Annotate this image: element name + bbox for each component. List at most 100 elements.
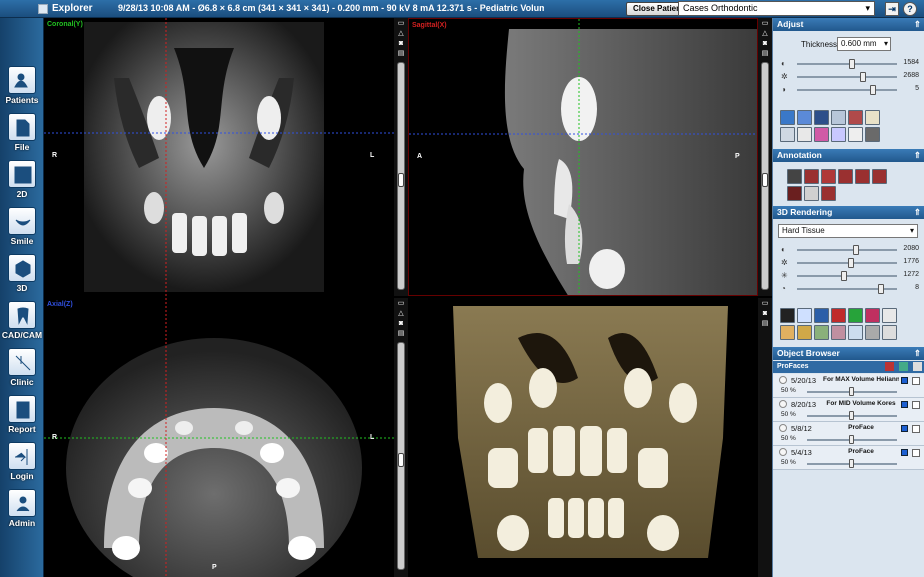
sidebar-item-login[interactable]: Login: [0, 442, 44, 488]
warning-icon[interactable]: △: [396, 310, 406, 318]
face-icon[interactable]: [797, 325, 812, 340]
camera-icon[interactable]: [797, 127, 812, 142]
scroll-thumb[interactable]: [398, 173, 404, 187]
help-icon[interactable]: ?: [903, 2, 917, 16]
reset-icon[interactable]: [882, 325, 897, 340]
thickness-select[interactable]: 0.600 mm ▾: [837, 37, 891, 51]
print-icon[interactable]: ▤: [396, 330, 406, 338]
object-row[interactable]: 5/20/13 For MAX Volume Helianna 50 %: [773, 374, 924, 398]
delete-icon[interactable]: [885, 362, 894, 371]
object-checkbox[interactable]: [912, 449, 920, 457]
annotation-header[interactable]: Annotation ⇑: [773, 149, 924, 162]
slider-knob[interactable]: [870, 85, 877, 95]
adjust-slider[interactable]: [797, 59, 897, 69]
sidebar-item-2d[interactable]: 2D: [0, 160, 44, 206]
palette-icon[interactable]: [831, 325, 846, 340]
3d-render-view[interactable]: [408, 298, 758, 577]
cut-icon[interactable]: [865, 308, 880, 323]
adjust-slider[interactable]: [797, 85, 897, 95]
print-icon[interactable]: ▤: [760, 320, 770, 328]
slider-knob[interactable]: [848, 59, 855, 69]
slider-knob[interactable]: [877, 284, 884, 294]
airway-icon[interactable]: [814, 308, 829, 323]
rendering-header[interactable]: 3D Rendering ⇑: [773, 206, 924, 219]
object-color-swatch[interactable]: [901, 449, 908, 456]
rendering-preset-select[interactable]: Hard Tissue ▾: [778, 224, 918, 238]
collapse-icon[interactable]: ⇑: [914, 347, 921, 360]
sidebar-item-smile[interactable]: Smile: [0, 207, 44, 253]
tooth-icon[interactable]: [814, 325, 829, 340]
slider-knob[interactable]: [841, 271, 848, 281]
slider-knob[interactable]: [849, 387, 854, 396]
camera-icon[interactable]: ◙: [760, 40, 770, 48]
ellipse-tool-icon[interactable]: [838, 169, 853, 184]
object-checkbox[interactable]: [912, 401, 920, 409]
ruler-icon[interactable]: [831, 110, 846, 125]
object-checkbox[interactable]: [912, 377, 920, 385]
rendering-slider[interactable]: [797, 271, 897, 281]
coronal-scrollbar[interactable]: [397, 62, 405, 290]
visibility-icon[interactable]: [779, 376, 787, 384]
nerve-icon[interactable]: [797, 308, 812, 323]
brush-icon[interactable]: [814, 127, 829, 142]
maximize-icon[interactable]: ▭: [396, 300, 406, 308]
arrow-tool-icon[interactable]: [804, 169, 819, 184]
rendering-slider[interactable]: [797, 245, 897, 255]
rendering-slider[interactable]: [797, 258, 897, 268]
scroll-thumb[interactable]: [762, 173, 768, 187]
object-group-row[interactable]: ProFaces: [773, 361, 924, 373]
collapse-icon[interactable]: ⇑: [914, 18, 921, 31]
collapse-icon[interactable]: ⇑: [914, 206, 921, 219]
slider-knob[interactable]: [847, 258, 854, 268]
sidebar-item-patients[interactable]: Patients: [0, 66, 44, 112]
sidebar-item-report[interactable]: Report: [0, 395, 44, 441]
slider-knob[interactable]: [849, 459, 854, 468]
object-row[interactable]: 8/20/13 For MID Volume Kores 50 %: [773, 398, 924, 422]
visibility-icon[interactable]: [779, 400, 787, 408]
line-tool-icon[interactable]: [787, 169, 802, 184]
object-row[interactable]: 5/4/13 ProFace 50 %: [773, 446, 924, 470]
camera-icon[interactable]: ◙: [396, 40, 406, 48]
zoom-icon[interactable]: [780, 110, 795, 125]
object-row[interactable]: 5/8/12 ProFace 50 %: [773, 422, 924, 446]
maximize-icon[interactable]: ▭: [760, 300, 770, 308]
object-opacity-slider[interactable]: [807, 459, 897, 468]
object-color-swatch[interactable]: [901, 425, 908, 432]
print-icon[interactable]: ▤: [760, 50, 770, 58]
object-opacity-slider[interactable]: [807, 435, 897, 444]
sidebar-item-file[interactable]: File: [0, 113, 44, 159]
slider-knob[interactable]: [859, 72, 866, 82]
warning-icon[interactable]: △: [396, 30, 406, 38]
collapse-icon[interactable]: ⇑: [914, 149, 921, 162]
light-icon[interactable]: [865, 325, 880, 340]
object-browser-header[interactable]: Object Browser ⇑: [773, 347, 924, 360]
object-color-swatch[interactable]: [901, 377, 908, 384]
skull-icon[interactable]: [780, 325, 795, 340]
sidebar-item-clinic[interactable]: Clinic: [0, 348, 44, 394]
image-icon[interactable]: [848, 127, 863, 142]
visibility-icon[interactable]: [779, 424, 787, 432]
scroll-thumb[interactable]: [398, 453, 404, 467]
axial-scrollbar[interactable]: [397, 342, 405, 570]
layers-icon[interactable]: [865, 110, 880, 125]
frame-icon[interactable]: [882, 308, 897, 323]
adjust-slider[interactable]: [797, 72, 897, 82]
print-icon[interactable]: ▤: [396, 50, 406, 58]
clip-icon[interactable]: [848, 325, 863, 340]
eraser-icon[interactable]: [804, 186, 819, 201]
crosshair-icon[interactable]: [848, 110, 863, 125]
sidebar-item-3d[interactable]: 3D: [0, 254, 44, 300]
coronal-view[interactable]: Coronal(Y) R L A: [44, 18, 394, 296]
maximize-icon[interactable]: ▭: [396, 20, 406, 28]
text-tool-icon[interactable]: [855, 169, 870, 184]
slider-knob[interactable]: [853, 245, 860, 255]
sidebar-item-admin[interactable]: Admin: [0, 489, 44, 535]
sidebar-item-cadcam[interactable]: CAD/CAM: [0, 301, 44, 347]
case-select[interactable]: Cases Orthodontic ▾: [678, 1, 875, 16]
bone-icon[interactable]: [848, 308, 863, 323]
camera-icon[interactable]: ◙: [760, 310, 770, 318]
axial-view[interactable]: Axial(Z) R L P: [44, 298, 394, 577]
sagittal-scrollbar[interactable]: [761, 62, 769, 290]
transform-icon[interactable]: [831, 127, 846, 142]
slider-knob[interactable]: [849, 435, 854, 444]
